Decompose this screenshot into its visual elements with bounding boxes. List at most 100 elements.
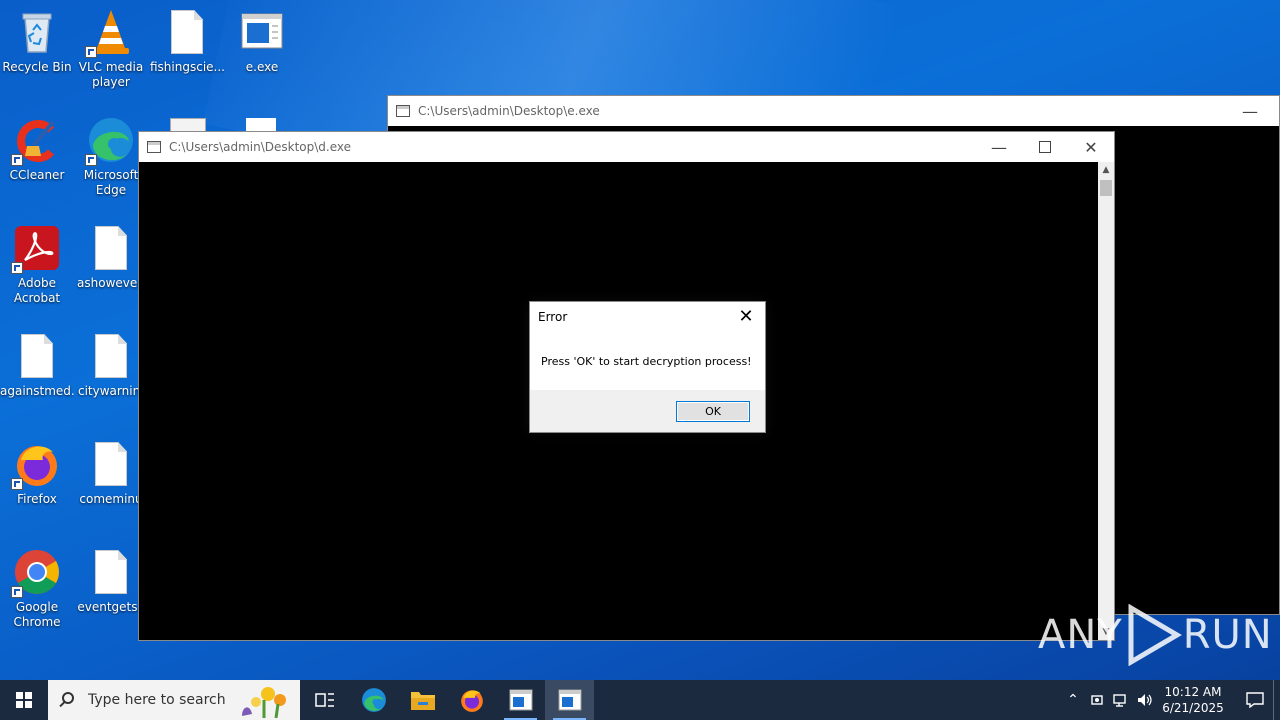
desktop-icon-label: comeminu xyxy=(79,492,143,506)
minimize-button[interactable]: — xyxy=(976,132,1022,162)
show-hidden-icons-chevron-up-icon[interactable]: ⌃ xyxy=(1061,692,1085,708)
console-app-icon xyxy=(558,689,581,711)
taskbar-edge-button[interactable] xyxy=(349,680,398,720)
dialog-message: Press 'OK' to start decryption process! xyxy=(541,355,752,368)
windows-logo-icon xyxy=(16,692,32,708)
anyrun-watermark: ANY RUN xyxy=(1038,604,1273,666)
desktop-icon-label: e.exe xyxy=(245,60,279,74)
desktop-icon-firefox[interactable]: Firefox xyxy=(0,440,74,507)
ok-button[interactable]: OK xyxy=(676,401,750,422)
window-titlebar[interactable]: C:\Users\admin\Desktop\e.exe — xyxy=(388,96,1279,126)
task-view-icon xyxy=(314,693,334,707)
taskbar-d-exe-button[interactable] xyxy=(545,680,594,720)
taskbar: Type here to search ⌃ 10:12 AM 6/21/2025 xyxy=(0,680,1280,720)
desktop-icon-label: fishingscie... xyxy=(150,60,224,74)
desktop-icon-microsoft-edge[interactable]: Microsoft Edge xyxy=(74,116,148,198)
dialog-close-button[interactable]: ✕ xyxy=(733,305,759,329)
desktop-icon-google-chrome[interactable]: Google Chrome xyxy=(0,548,74,630)
task-view-button[interactable] xyxy=(300,680,349,720)
start-button[interactable] xyxy=(0,680,48,720)
taskbar-e-exe-button[interactable] xyxy=(496,680,545,720)
console-app-icon xyxy=(396,105,410,117)
document-icon xyxy=(87,440,135,488)
desktop-icon-label: Adobe Acrobat xyxy=(13,276,61,305)
desktop-icon-fishingscie[interactable]: fishingscie... xyxy=(150,8,224,75)
desktop-icon-citywarnin[interactable]: citywarnin. xyxy=(74,332,148,399)
document-icon xyxy=(13,332,61,380)
shortcut-arrow-icon xyxy=(11,154,23,166)
desktop-icon-againstmed[interactable]: againstmed... xyxy=(0,332,74,399)
desktop-icon-comeminu[interactable]: comeminu xyxy=(74,440,148,507)
desktop-icon-recycle-bin[interactable]: Recycle Bin xyxy=(0,8,74,75)
desktop-icon-label: Microsoft Edge xyxy=(83,168,139,197)
console-app-icon xyxy=(238,8,286,56)
desktop-icon-adobe-acrobat[interactable]: Adobe Acrobat xyxy=(0,224,74,306)
document-icon xyxy=(87,548,135,596)
window-titlebar[interactable]: C:\Users\admin\Desktop\d.exe — ✕ xyxy=(139,132,1114,162)
desktop-icon-ashowever[interactable]: ashowever. xyxy=(74,224,148,291)
scrollbar-thumb[interactable] xyxy=(1100,180,1112,196)
console-app-icon xyxy=(509,689,532,711)
desktop-icon-label: citywarnin. xyxy=(78,384,144,398)
minimize-button[interactable]: — xyxy=(1227,96,1273,126)
desktop-icon-label: Google Chrome xyxy=(13,600,61,629)
shortcut-arrow-icon xyxy=(85,154,97,166)
search-highlight-flowers-icon xyxy=(242,687,286,718)
desktop-icon-label: CCleaner xyxy=(9,168,65,182)
document-icon xyxy=(87,224,135,272)
search-placeholder: Type here to search xyxy=(88,692,226,708)
dialog-title: Error xyxy=(538,310,568,324)
watermark-right-text: RUN xyxy=(1182,612,1273,658)
device-icon[interactable] xyxy=(1085,693,1109,707)
desktop-icon-label: eventgets.j xyxy=(77,600,145,614)
shortcut-arrow-icon xyxy=(85,46,97,58)
document-icon xyxy=(87,332,135,380)
firefox-icon xyxy=(11,440,61,490)
shortcut-arrow-icon xyxy=(11,262,23,274)
watermark-left-text: ANY xyxy=(1038,612,1123,658)
desktop-icon-ccleaner[interactable]: CCleaner xyxy=(0,116,74,183)
maximize-button[interactable] xyxy=(1022,132,1068,162)
window-title: C:\Users\admin\Desktop\d.exe xyxy=(169,140,352,154)
clock-date: 6/21/2025 xyxy=(1162,701,1224,715)
desktop-icon-label: VLC media player xyxy=(78,60,144,89)
desktop-icon-label: againstmed... xyxy=(0,384,74,398)
desktop-icon-label: Recycle Bin xyxy=(2,60,72,74)
taskbar-firefox-button[interactable] xyxy=(447,680,496,720)
volume-icon[interactable] xyxy=(1133,693,1157,707)
error-dialog[interactable]: Error ✕ Press 'OK' to start decryption p… xyxy=(529,301,766,433)
notifications-icon[interactable] xyxy=(1237,692,1273,708)
vertical-scrollbar[interactable]: ▲ ▼ xyxy=(1098,162,1114,640)
taskbar-file-explorer-button[interactable] xyxy=(398,680,447,720)
show-desktop-button[interactable] xyxy=(1273,680,1280,720)
desktop-icon-label: Firefox xyxy=(17,492,57,506)
desktop-icon-vlc[interactable]: VLC media player xyxy=(74,8,148,90)
window-title: C:\Users\admin\Desktop\e.exe xyxy=(418,104,600,118)
taskbar-search-box[interactable]: Type here to search xyxy=(48,680,300,720)
system-tray: ⌃ 10:12 AM 6/21/2025 xyxy=(1061,680,1280,720)
adobe-acrobat-icon xyxy=(11,224,61,274)
firefox-icon xyxy=(460,690,483,712)
shortcut-arrow-icon xyxy=(11,478,23,490)
scroll-up-icon[interactable]: ▲ xyxy=(1098,162,1114,178)
vlc-cone-icon xyxy=(85,8,135,58)
clock-time: 10:12 AM xyxy=(1164,685,1222,699)
document-icon xyxy=(163,8,211,56)
desktop-icon-eventgets[interactable]: eventgets.j xyxy=(74,548,148,615)
search-icon xyxy=(62,692,74,704)
ccleaner-icon xyxy=(11,116,61,166)
google-chrome-icon xyxy=(11,548,61,598)
desktop-icon-label: ashowever. xyxy=(77,276,145,290)
document-icon xyxy=(246,118,276,132)
taskbar-clock[interactable]: 10:12 AM 6/21/2025 xyxy=(1157,684,1229,716)
desktop-icon-e-exe[interactable]: e.exe xyxy=(225,8,299,75)
microsoft-edge-icon xyxy=(361,688,386,712)
shortcut-arrow-icon xyxy=(11,586,23,598)
microsoft-edge-icon xyxy=(85,116,135,166)
play-triangle-icon xyxy=(1128,604,1182,666)
folder-icon xyxy=(410,692,435,710)
network-icon[interactable] xyxy=(1109,693,1133,707)
close-button[interactable]: ✕ xyxy=(1068,132,1114,162)
recycle-bin-icon xyxy=(13,8,61,56)
console-app-icon xyxy=(147,141,161,153)
